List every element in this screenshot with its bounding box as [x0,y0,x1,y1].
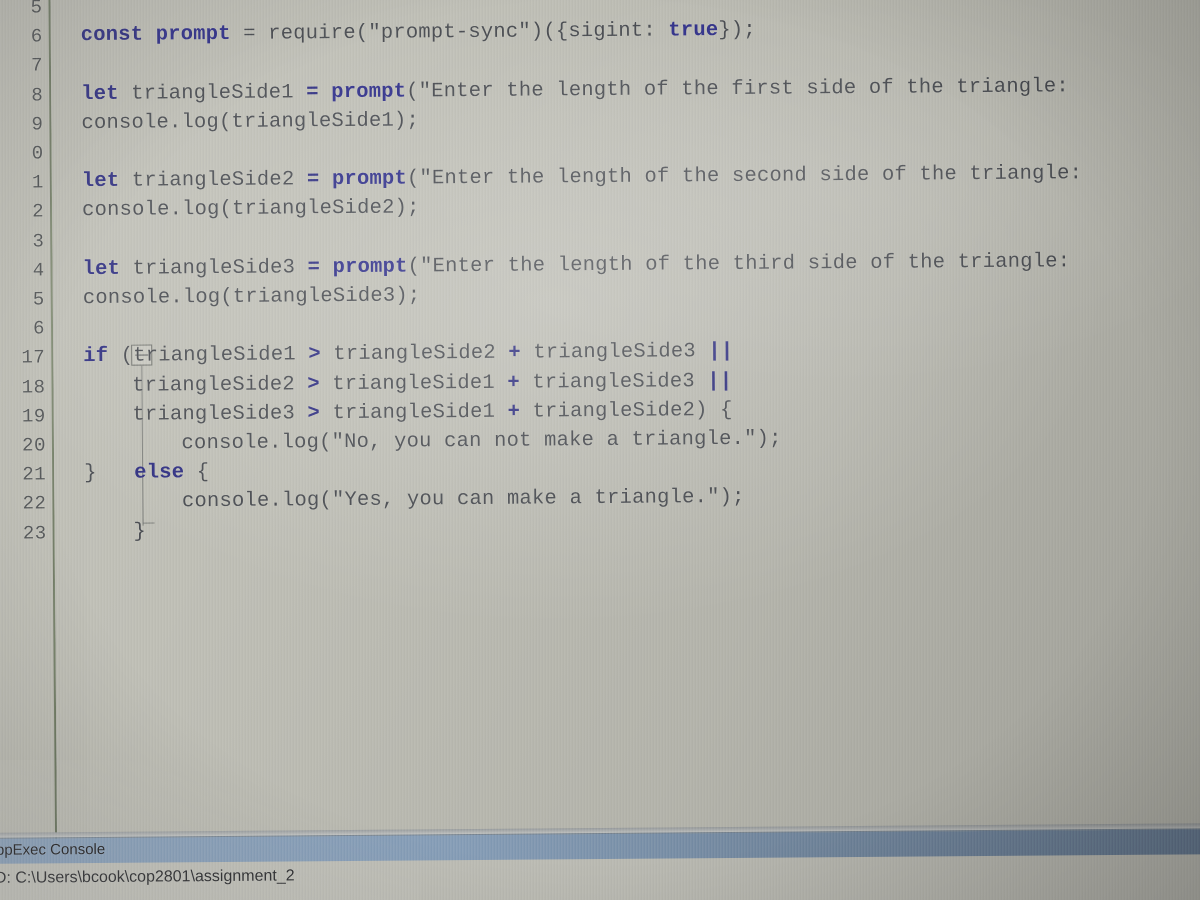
code-token: = [307,256,321,280]
code-token: let [81,169,120,194]
line-number: 9 [31,113,44,136]
code-token: if [83,345,109,369]
line-number: 0 [31,142,44,165]
code-token: > [308,343,321,367]
code-token: || [707,369,733,393]
code-token: + [507,400,521,424]
code-token: = require("prompt-sync")({sigint: [230,19,669,47]
code-token: triangleSide2 [132,372,308,398]
code-token: true [668,19,719,43]
code-token: console.log("Yes, you can make a triangl… [181,486,745,514]
code-token: prompt [155,23,231,47]
line-number: 18 [21,375,46,399]
code-token: let [81,82,119,106]
line-number: 22 [22,492,47,515]
code-token: prompt [331,80,407,104]
code-token: } [133,520,147,544]
code-token: triangleSide2) { [519,398,733,424]
line-number-gutter: 5 6 7 8 9 0 1 2 3 4 5 6 17 18 19 20 21 22 23 [0,0,55,833]
code-line[interactable]: triangleSide2 > triangleSide1 + triangle… [132,370,732,398]
code-line[interactable]: const prompt = require("prompt-sync")({s… [81,19,756,47]
code-token: prompt [332,255,408,279]
line-number: 17 [21,346,46,369]
code-line[interactable]: console.log("No, you can not make a tria… [181,428,781,456]
code-token: ("Enter the length of the third side of … [407,250,1071,279]
line-number: 1 [31,171,44,194]
code-text-area[interactable]: const prompt = require("prompt-sync")({s… [80,0,1200,832]
code-token: triangleSide1 [319,371,508,396]
code-token: console.log(triangleSide1); [81,109,420,135]
line-number: 23 [22,521,47,545]
code-token: triangleSide3 [519,369,708,395]
line-number: 3 [32,229,45,253]
code-line[interactable]: console.log(triangleSide1); [81,109,419,135]
code-token: const [80,23,144,48]
code-token: (triangleSide1 [108,343,309,369]
code-token: || [708,340,734,364]
code-line[interactable]: let triangleSide3 = prompt("Enter the le… [82,250,1070,281]
code-line[interactable]: console.log("Yes, you can make a triangl… [182,486,745,513]
code-token: = [306,168,320,192]
line-number: 6 [33,317,46,340]
line-number: 20 [22,434,47,457]
code-token: > [307,372,320,396]
line-number: 8 [31,83,44,107]
code-token: } [84,461,135,486]
line-number: 6 [30,25,43,48]
code-line[interactable]: console.log(triangleSide2); [82,197,420,223]
code-token: triangleSide1 [319,400,508,426]
code-line[interactable]: let triangleSide1 = prompt("Enter the le… [81,75,1069,106]
line-number: 21 [22,463,47,486]
code-line[interactable]: if (triangleSide1 > triangleSide2 + tria… [83,340,733,368]
screen-photo: 5 6 7 8 9 0 1 2 3 4 5 6 17 18 19 20 21 22 23 const prompt … [0,0,1200,900]
code-token: + [507,371,520,395]
code-token: let [82,257,121,281]
line-number: 5 [32,288,45,311]
code-token: > [307,402,321,426]
code-token: + [508,342,521,366]
code-token: ("Enter the length of the second side of… [406,162,1083,191]
code-token: else [134,461,185,485]
code-line[interactable]: } else { [84,461,209,485]
code-token: prompt [331,167,408,192]
code-token: triangleSide3 [132,402,308,427]
line-number: 2 [32,200,45,223]
code-token: triangleSide3 [119,256,308,281]
code-token: }); [718,18,756,43]
code-line[interactable]: let triangleSide2 = prompt("Enter the le… [82,162,1082,193]
code-token: { [184,461,210,485]
code-token: ("Enter the length of the first side of … [406,74,1069,104]
console-line: CD: C:\Users\bcook\cop2801\assignment_2 [0,867,295,887]
line-number: 19 [21,405,46,428]
line-number: 7 [30,54,44,77]
code-token: triangleSide2 [320,342,509,367]
console-title-label: NppExec Console [0,840,106,859]
code-token: triangleSide3 [520,340,709,366]
line-number: 4 [32,259,45,282]
code-token: console.log(triangleSide3); [82,284,421,311]
code-token: triangleSide1 [118,80,307,106]
code-token: console.log(triangleSide2); [82,196,420,223]
code-token: console.log("No, you can not make a tria… [181,427,782,456]
code-line[interactable]: triangleSide3 > triangleSide1 + triangle… [132,399,732,427]
line-number: 5 [30,0,43,19]
code-line[interactable]: console.log(triangleSide3); [83,284,421,310]
code-line[interactable]: } [133,520,146,543]
code-token: = [306,80,319,104]
code-token: triangleSide2 [119,168,307,193]
code-editor-pane[interactable]: 5 6 7 8 9 0 1 2 3 4 5 6 17 18 19 20 21 22 23 const prompt … [0,0,1200,841]
